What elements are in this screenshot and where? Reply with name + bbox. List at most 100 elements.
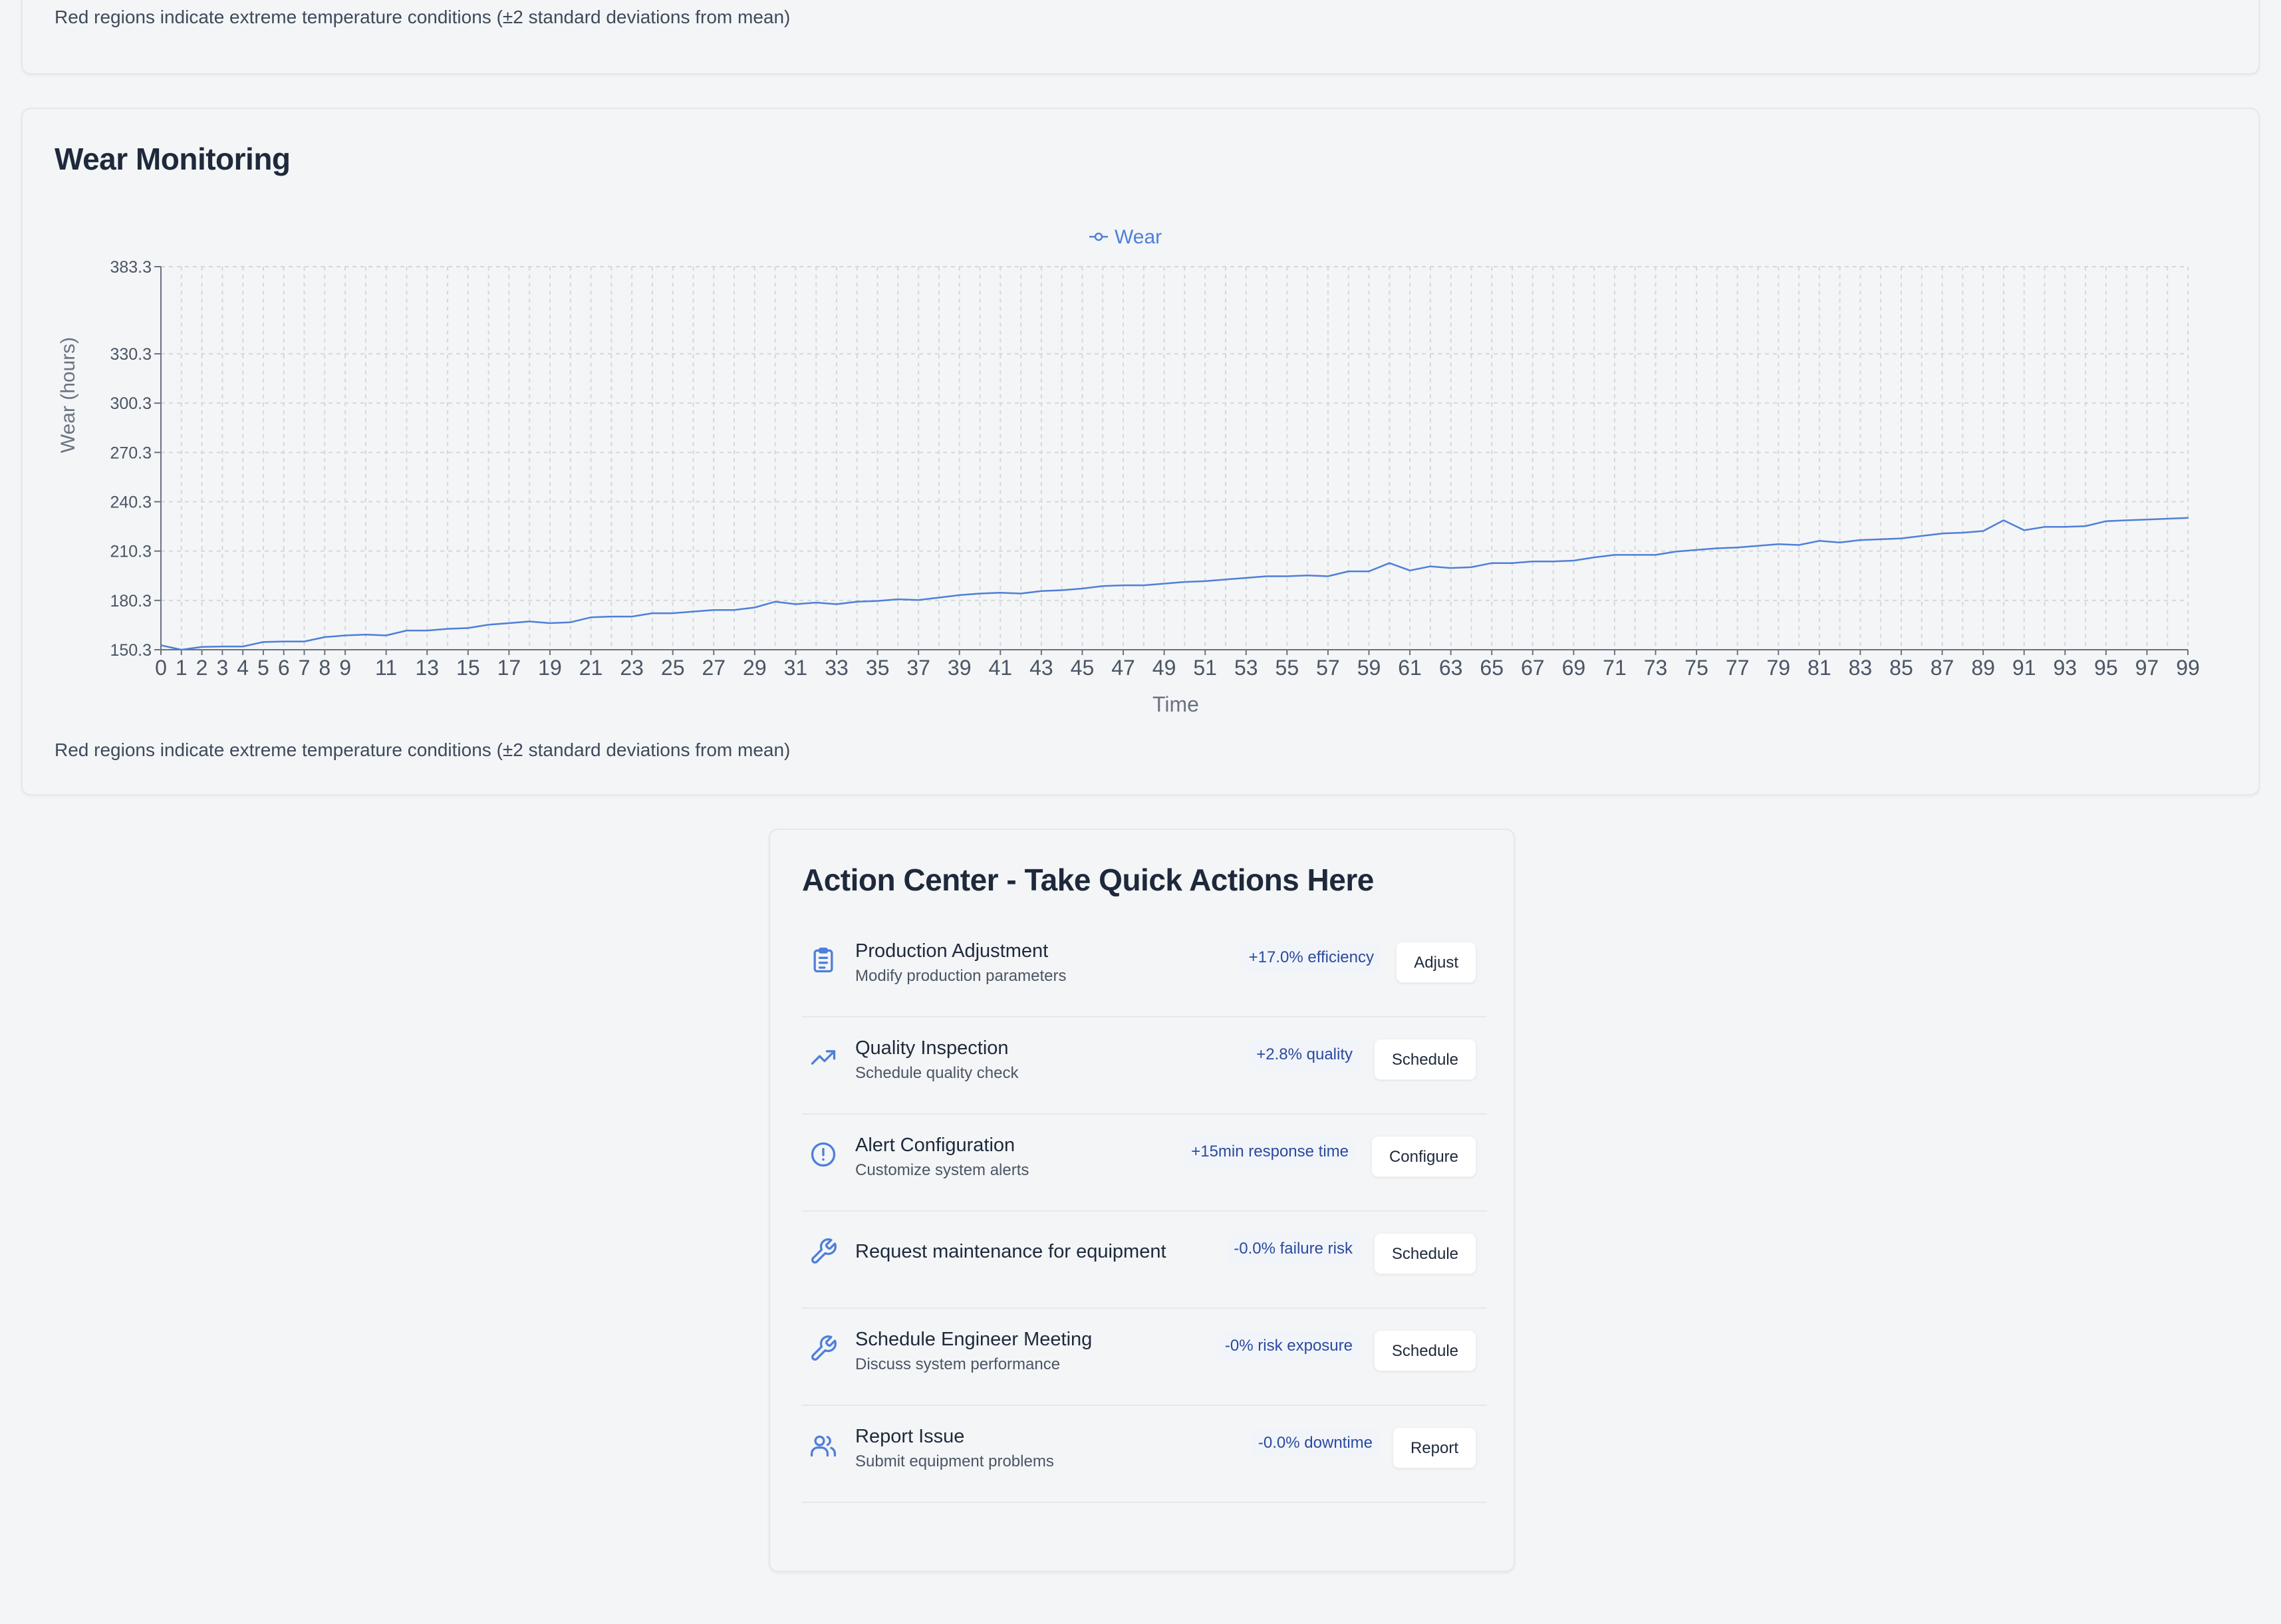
x-tick-label: 79 bbox=[1766, 656, 1790, 680]
x-tick-label: 25 bbox=[661, 656, 685, 680]
action-row-quality-inspection: Quality Inspection Schedule quality chec… bbox=[802, 1017, 1487, 1115]
x-tick-label: 59 bbox=[1357, 656, 1381, 680]
x-tick-label: 51 bbox=[1193, 656, 1217, 680]
action-metric-badge: -0% risk exposure bbox=[1218, 1331, 1359, 1361]
adjust-button[interactable]: Adjust bbox=[1396, 942, 1476, 983]
action-description: Discuss system performance bbox=[855, 1355, 1061, 1373]
users-icon bbox=[809, 1431, 838, 1460]
temperature-card: Red regions indicate extreme temperature… bbox=[21, 0, 2260, 74]
action-row-production-adjustment: Production Adjustment Modify production … bbox=[802, 920, 1487, 1017]
x-tick-label: 89 bbox=[1971, 656, 1995, 680]
x-tick-label: 2 bbox=[196, 656, 208, 680]
x-axis-title: Time bbox=[1152, 692, 1199, 716]
schedule-meeting-button[interactable]: Schedule bbox=[1373, 1330, 1476, 1371]
x-tick-label: 73 bbox=[1644, 656, 1668, 680]
action-row-request-maintenance: Request maintenance for equipment -0.0% … bbox=[802, 1212, 1487, 1309]
x-tick-label: 29 bbox=[743, 656, 767, 680]
legend-label: Wear bbox=[1115, 226, 1162, 248]
x-tick-label: 49 bbox=[1152, 656, 1176, 680]
x-tick-label: 41 bbox=[989, 656, 1013, 680]
x-tick-label: 4 bbox=[237, 656, 249, 680]
action-title: Alert Configuration bbox=[855, 1135, 1015, 1156]
y-tick-label: 270.3 bbox=[110, 444, 152, 462]
x-tick-label: 65 bbox=[1480, 656, 1504, 680]
action-metric-badge: +17.0% efficiency bbox=[1242, 943, 1381, 972]
action-metric-badge: +2.8% quality bbox=[1250, 1040, 1359, 1069]
x-tick-label: 1 bbox=[176, 656, 188, 680]
action-center-title: Action Center - Take Quick Actions Here bbox=[802, 863, 1374, 897]
action-description: Schedule quality check bbox=[855, 1064, 1019, 1082]
action-title: Schedule Engineer Meeting bbox=[855, 1329, 1093, 1350]
schedule-inspection-button[interactable]: Schedule bbox=[1373, 1039, 1476, 1080]
wear-monitoring-card: Wear Monitoring 150.3 180.3 210.3 240.3 270.… bbox=[21, 108, 2260, 795]
x-tick-label: 99 bbox=[2176, 656, 2200, 680]
action-description: Customize system alerts bbox=[855, 1161, 1029, 1179]
x-tick-label: 23 bbox=[620, 656, 644, 680]
wear-chart: 150.3 180.3 210.3 240.3 270.3 300.3 330.3 383.3… bbox=[57, 226, 2200, 716]
action-description: Modify production parameters bbox=[855, 967, 1067, 985]
configure-button[interactable]: Configure bbox=[1371, 1136, 1476, 1177]
chart-legend[interactable]: Wear bbox=[1089, 226, 1162, 248]
x-tick-label: 43 bbox=[1029, 656, 1053, 680]
temperature-footnote: Red regions indicate extreme temperature… bbox=[55, 7, 791, 27]
x-tick-label: 83 bbox=[1849, 656, 1873, 680]
action-row-alert-configuration: Alert Configuration Customize system ale… bbox=[802, 1115, 1487, 1212]
x-tick-label: 27 bbox=[702, 656, 726, 680]
y-tick-label: 300.3 bbox=[110, 394, 152, 413]
legend-marker-icon bbox=[1094, 232, 1103, 241]
y-tick-label: 180.3 bbox=[110, 592, 152, 610]
chart-series bbox=[160, 517, 2189, 651]
y-tick-label: 383.3 bbox=[110, 258, 152, 277]
x-tick-label: 67 bbox=[1521, 656, 1545, 680]
action-center-card: Action Center - Take Quick Actions Here … bbox=[769, 829, 1515, 1572]
x-tick-label: 47 bbox=[1111, 656, 1135, 680]
x-tick-label: 87 bbox=[1931, 656, 1954, 680]
action-title: Request maintenance for equipment bbox=[855, 1241, 1166, 1262]
action-metric-badge: -0.0% downtime bbox=[1251, 1428, 1379, 1458]
x-tick-label: 55 bbox=[1275, 656, 1299, 680]
chart-axes: 150.3 180.3 210.3 240.3 270.3 300.3 330.3 383.3… bbox=[110, 258, 2199, 680]
x-tick-label: 11 bbox=[375, 656, 397, 680]
y-tick-label: 150.3 bbox=[110, 641, 152, 660]
report-button[interactable]: Report bbox=[1392, 1427, 1476, 1468]
x-tick-label: 7 bbox=[299, 656, 311, 680]
chart-grid bbox=[160, 266, 2189, 650]
y-tick-label: 210.3 bbox=[110, 543, 152, 561]
wear-series-line bbox=[160, 517, 2189, 651]
x-tick-label: 15 bbox=[456, 656, 480, 680]
wrench-icon bbox=[809, 1237, 838, 1266]
x-tick-label: 31 bbox=[784, 656, 808, 680]
trending-up-icon bbox=[809, 1043, 838, 1072]
action-metric-badge: -0.0% failure risk bbox=[1227, 1234, 1359, 1264]
x-tick-label: 19 bbox=[538, 656, 562, 680]
y-tick-label: 330.3 bbox=[110, 345, 152, 364]
alert-circle-icon bbox=[809, 1140, 838, 1169]
x-tick-label: 81 bbox=[1808, 656, 1831, 680]
clipboard-icon bbox=[809, 946, 838, 975]
x-tick-label: 35 bbox=[866, 656, 890, 680]
action-row-report-issue: Report Issue Submit equipment problems -… bbox=[802, 1406, 1487, 1503]
x-tick-label: 63 bbox=[1439, 656, 1463, 680]
x-tick-label: 6 bbox=[278, 656, 290, 680]
x-tick-label: 33 bbox=[825, 656, 849, 680]
schedule-maintenance-button[interactable]: Schedule bbox=[1373, 1233, 1476, 1274]
x-tick-label: 45 bbox=[1071, 656, 1095, 680]
x-tick-label: 8 bbox=[319, 656, 331, 680]
x-tick-label: 39 bbox=[948, 656, 972, 680]
x-tick-label: 75 bbox=[1684, 656, 1708, 680]
x-tick-label: 37 bbox=[906, 656, 930, 680]
x-tick-label: 5 bbox=[257, 656, 269, 680]
x-tick-label: 93 bbox=[2053, 656, 2077, 680]
x-tick-label: 95 bbox=[2094, 656, 2118, 680]
x-tick-label: 97 bbox=[2135, 656, 2159, 680]
y-tick-label: 240.3 bbox=[110, 493, 152, 512]
x-tick-label: 21 bbox=[579, 656, 603, 680]
x-tick-label: 71 bbox=[1603, 656, 1627, 680]
x-tick-label: 9 bbox=[339, 656, 351, 680]
action-title: Quality Inspection bbox=[855, 1037, 1009, 1059]
x-tick-label: 17 bbox=[497, 656, 521, 680]
action-metric-badge: +15min response time bbox=[1184, 1137, 1355, 1166]
wear-footnote: Red regions indicate extreme temperature… bbox=[55, 740, 791, 760]
x-tick-label: 13 bbox=[415, 656, 439, 680]
x-tick-label: 85 bbox=[1889, 656, 1913, 680]
